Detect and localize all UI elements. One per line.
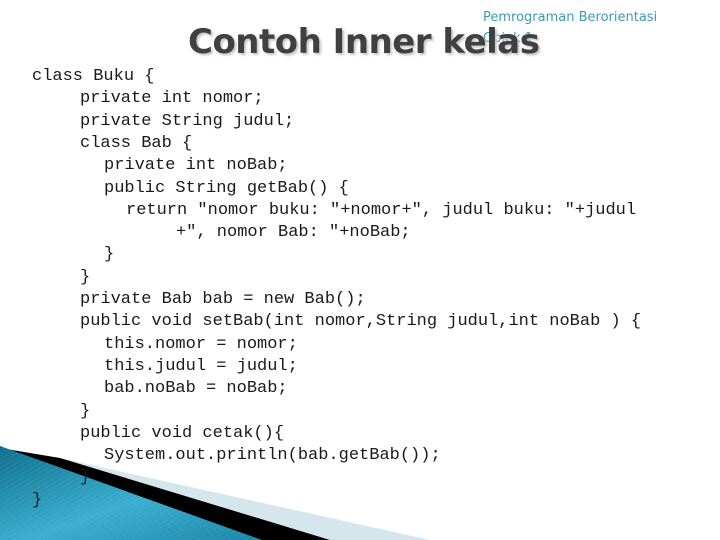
- slide-title: Contoh Inner kelas: [188, 22, 540, 62]
- code-line: public void cetak(){: [80, 423, 285, 443]
- code-line: }: [32, 490, 43, 510]
- code-line: public String getBab() {: [104, 178, 349, 198]
- code-line: }: [104, 245, 115, 265]
- code-line: public void setBab(int nomor,String judu…: [80, 312, 642, 332]
- code-line: System.out.println(bab.getBab());: [104, 446, 441, 466]
- code-line: private Bab bab = new Bab();: [80, 290, 366, 309]
- code-line: return "nomor buku: "+nomor+", judul buk…: [126, 200, 637, 220]
- code-line: this.nomor = nomor;: [104, 334, 298, 354]
- code-line: }: [80, 267, 91, 287]
- code-line: private String judul;: [80, 111, 295, 131]
- code-line: bab.noBab = noBab;: [104, 379, 288, 399]
- code-line: this.judul = judul;: [104, 356, 298, 376]
- code-line: private int nomor;: [80, 89, 264, 109]
- code-line: +", nomor Bab: "+noBab;: [176, 223, 411, 243]
- code-line: }: [80, 468, 91, 488]
- code-line: }: [80, 401, 91, 421]
- code-line: class Bab {: [80, 133, 193, 153]
- slide: Pemrograman Berorientasi Objek 1 Contoh …: [0, 0, 720, 540]
- code-line: class Buku {: [32, 67, 155, 86]
- code-line: private int noBab;: [104, 156, 288, 176]
